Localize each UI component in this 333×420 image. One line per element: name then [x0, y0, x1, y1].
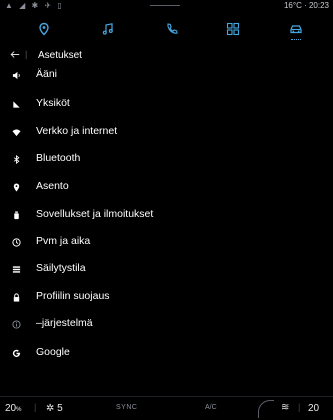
nav-phone-button[interactable]: [152, 16, 192, 42]
settings-item-label: Google: [36, 346, 70, 358]
header-divider: |: [25, 49, 28, 59]
fan-speed-button[interactable]: ✲ 5: [46, 403, 63, 414]
top-navigation: [0, 14, 333, 46]
nav-vehicle-button[interactable]: [276, 16, 316, 42]
phone-icon: [167, 23, 178, 34]
fan-icon: ✲: [46, 403, 55, 414]
apps-icon: [10, 209, 22, 221]
settings-item-units[interactable]: Yksiköt: [0, 93, 333, 115]
settings-item-sound[interactable]: Ääni: [0, 64, 333, 86]
clock-icon: [10, 236, 22, 248]
climate-separator: |: [34, 402, 37, 412]
settings-item-label: Sovellukset ja ilmoitukset: [36, 208, 154, 220]
settings-item-label: –järjestelmä: [36, 317, 93, 329]
info-icon: [10, 318, 22, 330]
storage-icon: [10, 263, 22, 275]
settings-item-bluetooth[interactable]: Bluetooth: [0, 148, 333, 170]
units-icon: [10, 98, 22, 110]
location-icon: [10, 181, 22, 193]
settings-item-label: Verkko ja internet: [36, 125, 118, 137]
settings-item-label: Säilytystila: [36, 262, 86, 274]
car-icon: [290, 25, 302, 34]
active-indicator: [291, 39, 301, 41]
nav-apps-button[interactable]: [213, 16, 253, 42]
location-pin-icon: [39, 22, 49, 36]
climate-divider: [0, 396, 333, 397]
driver-temperature[interactable]: 20%: [5, 403, 21, 414]
google-icon: [10, 347, 22, 359]
settings-item-label: Pvm ja aika: [36, 235, 91, 247]
apps-grid-icon: [226, 22, 240, 36]
status-icons: ▲ ◢ ✱ ✈ ▯: [5, 1, 64, 10]
page-title: Asetukset: [38, 50, 82, 61]
settings-item-apps[interactable]: Sovellukset ja ilmoitukset: [0, 204, 333, 226]
settings-item-location[interactable]: Asento: [0, 176, 333, 198]
wifi-icon: [10, 126, 22, 138]
settings-item-label: Asento: [36, 180, 69, 192]
settings-item-label: Yksiköt: [36, 97, 70, 109]
settings-item-network[interactable]: Verkko ja internet: [0, 121, 333, 143]
nav-music-button[interactable]: [88, 16, 128, 42]
back-arrow-icon[interactable]: [10, 50, 22, 62]
bluetooth-icon: [10, 153, 22, 165]
lock-icon: [10, 291, 22, 303]
settings-item-label: Bluetooth: [36, 152, 81, 164]
settings-item-google[interactable]: Google: [0, 342, 333, 364]
settings-item-profile-security[interactable]: Profiilin suojaus: [0, 286, 333, 308]
settings-item-system[interactable]: –järjestelmä: [0, 313, 333, 335]
ac-button[interactable]: A/C: [205, 404, 217, 411]
climate-curve-decoration: [258, 400, 274, 418]
notification-pull-handle[interactable]: [150, 5, 180, 6]
nav-navigation-button[interactable]: [24, 16, 64, 42]
climate-bar: 20% | ✲ 5 SYNC A/C ≋ | 20: [0, 396, 333, 420]
climate-separator-right: |: [298, 402, 301, 412]
seat-heat-icon[interactable]: ≋: [281, 402, 289, 413]
music-note-icon: [102, 23, 113, 35]
settings-item-label: Profiilin suojaus: [36, 290, 110, 302]
speaker-icon: [10, 69, 22, 81]
status-bar: ▲ ◢ ✱ ✈ ▯ 16°C · 20:23: [0, 0, 333, 12]
settings-item-date-time[interactable]: Pvm ja aika: [0, 231, 333, 253]
sync-button[interactable]: SYNC: [116, 404, 137, 411]
passenger-temperature[interactable]: 20: [308, 403, 319, 414]
settings-item-label: Ääni: [36, 68, 58, 80]
status-temperature-time: 16°C · 20:23: [283, 1, 329, 10]
settings-item-storage[interactable]: Säilytystila: [0, 258, 333, 280]
